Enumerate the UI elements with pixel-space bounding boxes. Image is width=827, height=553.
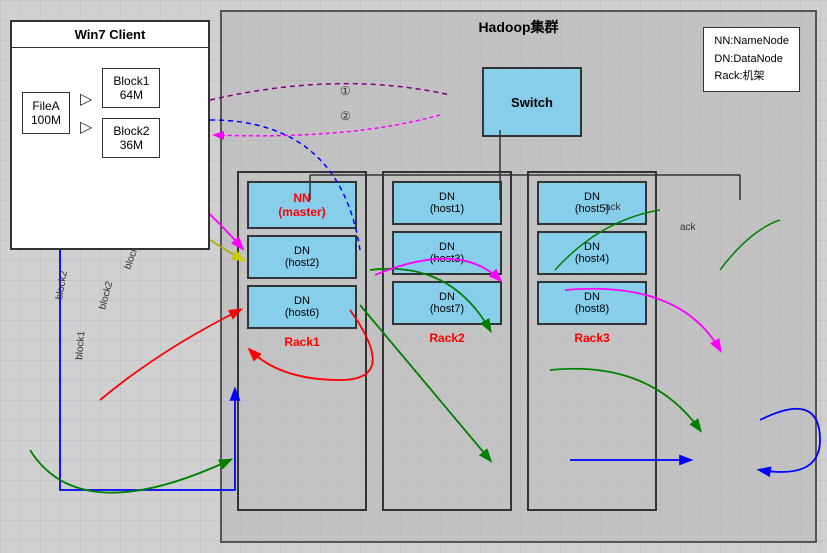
block1-size: 64M	[113, 88, 149, 102]
rack2-container: DN (host1) DN (host3) DN (host7) Rack2	[382, 171, 512, 511]
nn-line2: (master)	[253, 205, 351, 219]
block1-label: Block1	[113, 74, 149, 88]
legend-line2: DN:DataNode	[714, 51, 789, 69]
host3-box: DN (host3)	[392, 231, 502, 275]
host4-box: DN (host4)	[537, 231, 647, 275]
block2-box: Block2 36M	[102, 118, 160, 158]
host1-box: DN (host1)	[392, 181, 502, 225]
nn-master-box: NN (master)	[247, 181, 357, 229]
rack3-container: DN (host5) DN (host4) DN (host8) Rack3	[527, 171, 657, 511]
fileA-label: FileA	[31, 99, 61, 113]
block1-box: Block1 64M	[102, 68, 160, 108]
main-container: Win7 Client FileA 100M ▷ ▷ Block1 64M Bl…	[0, 0, 827, 553]
blocks-column: Block1 64M Block2 36M	[102, 68, 160, 158]
rack3-label: Rack3	[537, 331, 647, 345]
nn-line1: NN	[253, 191, 351, 205]
host2-box: DN (host2)	[247, 235, 357, 279]
rack2-label: Rack2	[392, 331, 502, 345]
switch-label: Switch	[511, 95, 553, 110]
rack1-label: Rack1	[247, 335, 357, 349]
legend-box: NN:NameNode DN:DataNode Rack:机架	[703, 27, 800, 92]
host6-box: DN (host6)	[247, 285, 357, 329]
fileA-box: FileA 100M	[22, 92, 70, 134]
legend-line1: NN:NameNode	[714, 33, 789, 51]
win7-content: FileA 100M ▷ ▷ Block1 64M Block2 36M	[12, 48, 208, 178]
win7-title: Win7 Client	[12, 22, 208, 48]
host8-box: DN (host8)	[537, 281, 647, 325]
win7-client-box: Win7 Client FileA 100M ▷ ▷ Block1 64M Bl…	[10, 20, 210, 250]
block2-size: 36M	[113, 138, 149, 152]
fileA-size: 100M	[31, 113, 61, 127]
hadoop-cluster-area: Hadoop集群 NN:NameNode DN:DataNode Rack:机架…	[220, 10, 817, 543]
legend-line3: Rack:机架	[714, 68, 789, 86]
host7-box: DN (host7)	[392, 281, 502, 325]
rack1-container: NN (master) DN (host2) DN (host6) Rack1	[237, 171, 367, 511]
switch-box: Switch	[482, 67, 582, 137]
host5-box: DN (host5)	[537, 181, 647, 225]
block2-label: Block2	[113, 124, 149, 138]
